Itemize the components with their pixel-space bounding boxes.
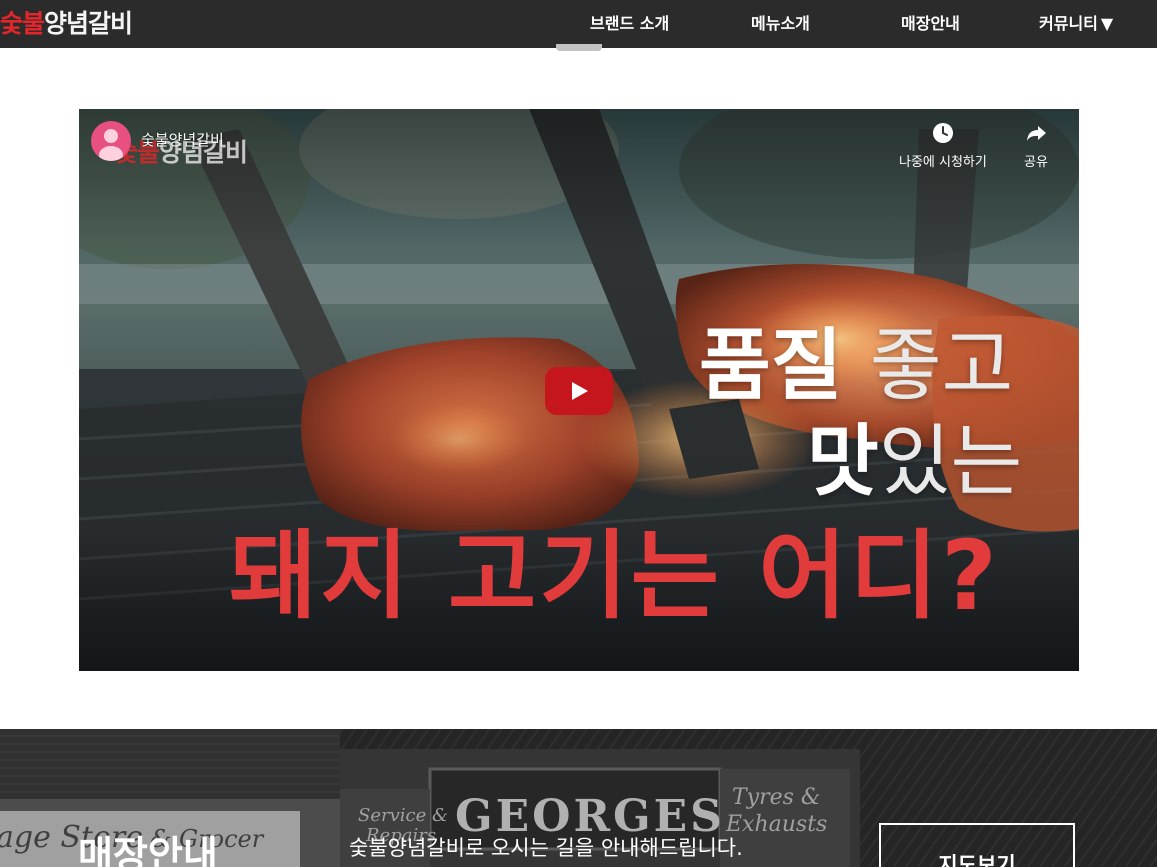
caption-line-2-bold: 맛 bbox=[807, 417, 879, 507]
nav-item-community[interactable]: 커뮤니티 ▼ bbox=[1039, 0, 1113, 48]
top-navbar: 숯불양념갈비 브랜드 소개 메뉴소개 매장안내 커뮤니티 ▼ bbox=[0, 0, 1157, 51]
view-map-label: 지도보기 bbox=[938, 853, 1016, 867]
logo-text-red: 숯불 bbox=[0, 9, 45, 38]
clock-icon bbox=[899, 121, 987, 147]
video-caption-line-1: 품질 좋고 bbox=[699, 321, 1013, 411]
store-info-section: GEORGES Service & Repairs Tyres & Exhaus… bbox=[0, 729, 1157, 867]
play-button[interactable] bbox=[545, 367, 613, 415]
view-map-button[interactable]: 지도보기 bbox=[879, 823, 1075, 867]
caption-line-1-light: 좋고 bbox=[869, 321, 1014, 411]
store-section-description: 숯불양념갈비로 오시는 길을 안내해드립니다. bbox=[349, 836, 743, 860]
page: 숯불양념갈비 브랜드 소개 메뉴소개 매장안내 커뮤니티 ▼ 숯불양념갈비 숯불… bbox=[0, 0, 1157, 867]
brand-logo[interactable]: 숯불양념갈비 bbox=[0, 4, 133, 44]
video-caption-line-3: 돼지 고기는 어디? bbox=[229, 520, 1000, 632]
dropdown-arrow-icon: ▼ bbox=[1100, 14, 1114, 33]
video-channel-title[interactable]: 숯불양념갈비 bbox=[141, 129, 224, 150]
nav-item-store[interactable]: 매장안내 bbox=[901, 0, 960, 48]
avatar-icon[interactable] bbox=[91, 121, 131, 161]
watch-later-button[interactable]: 나중에 시청하기 bbox=[899, 121, 987, 170]
share-label: 공유 bbox=[1024, 155, 1048, 170]
store-section-title: 매장안내 bbox=[78, 833, 218, 867]
nav-item-community-label: 커뮤니티 bbox=[1039, 14, 1098, 33]
nav-item-brand[interactable]: 브랜드 소개 bbox=[590, 0, 669, 48]
caption-line-2-light: 있는 bbox=[878, 417, 1023, 507]
nav-scroll-handle[interactable] bbox=[556, 44, 602, 51]
play-icon bbox=[572, 382, 588, 400]
nav-item-menu[interactable]: 메뉴소개 bbox=[751, 0, 810, 48]
video-caption-line-2: 맛있는 bbox=[807, 417, 1022, 507]
share-button[interactable]: 공유 bbox=[1024, 121, 1048, 170]
watch-later-label: 나중에 시청하기 bbox=[899, 155, 987, 170]
logo-text-white: 양념갈비 bbox=[44, 9, 133, 38]
caption-line-1-bold: 품질 bbox=[699, 321, 843, 411]
video-player[interactable]: 숯불양념갈비 숯불양념갈비 나중에 시청하기 공유 품질 좋고 맛있는 돼지 고… bbox=[79, 109, 1079, 671]
share-icon bbox=[1024, 121, 1048, 147]
